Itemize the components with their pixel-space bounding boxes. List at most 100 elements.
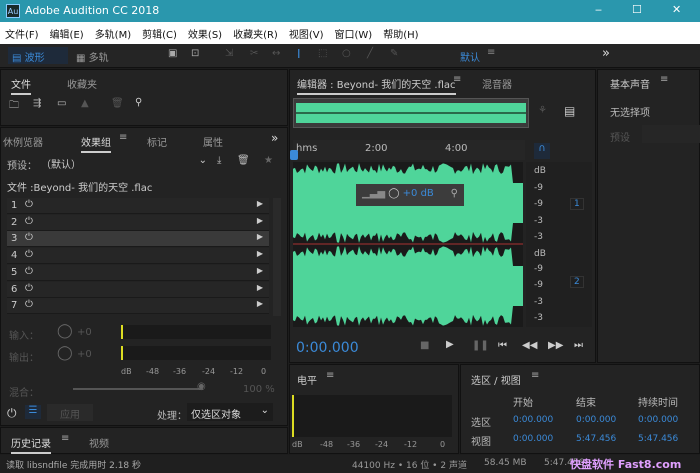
workspace-menu-icon[interactable]: ≡ [487, 47, 495, 58]
menu-view[interactable]: 视图(V) [289, 26, 324, 41]
go-to-end-button[interactable]: ⏭ [574, 340, 583, 351]
workspace-default[interactable]: 默认 [460, 49, 480, 64]
power-icon[interactable]: ⏻ [25, 232, 33, 243]
tab-mixer[interactable]: 混音器 [482, 76, 512, 91]
spectral-display-icon[interactable]: ▣ [168, 48, 177, 59]
pause-button[interactable]: ❚❚ [472, 340, 489, 351]
power-icon[interactable]: ⏻ [25, 283, 33, 294]
fast-forward-button[interactable]: ▶▶ [548, 340, 563, 351]
delete-preset-icon[interactable]: 🗑 [237, 155, 250, 166]
search-icon[interactable]: ⚲ [135, 97, 142, 108]
tab-favorites[interactable]: 收藏夹 [67, 76, 97, 91]
rack-slot[interactable]: 4 ⏻ ▶ [7, 248, 269, 265]
power-icon[interactable]: ⏻ [25, 199, 33, 210]
panel-menu-icon[interactable]: ≡ [660, 74, 668, 85]
playhead-marker[interactable] [290, 150, 298, 160]
minimize-button[interactable]: ‒ [595, 3, 602, 16]
selection-duration[interactable]: 0:00.000 [638, 415, 678, 425]
tab-history[interactable]: 历史记录 [11, 435, 51, 454]
save-preset-icon[interactable]: ⤓ [217, 155, 221, 166]
more-tabs-button[interactable]: » [271, 131, 278, 145]
more-workspaces-button[interactable]: » [602, 46, 610, 61]
headphones-icon[interactable]: ∩ [534, 143, 550, 159]
time-selection-tool-icon[interactable]: I [297, 47, 301, 61]
stop-button[interactable]: ■ [420, 340, 429, 351]
hud-volume[interactable]: ▁▃▅ ◯ +0 dB ⚲ [356, 184, 464, 206]
slip-tool-icon[interactable]: ↔ [272, 48, 280, 59]
tab-effects-rack[interactable]: 效果组 [81, 134, 111, 153]
tab-files[interactable]: 文件 [11, 76, 31, 95]
menu-multitrack[interactable]: 多轨(M) [95, 26, 131, 41]
apply-button[interactable]: 应用 [47, 404, 93, 421]
view-duration[interactable]: 5:47.456 [638, 434, 678, 444]
mix-slider-handle[interactable]: ◉ [197, 381, 206, 392]
insert-icon[interactable]: ▲ [81, 98, 89, 109]
close-button[interactable]: ✕ [672, 3, 681, 16]
menu-window[interactable]: 窗口(W) [335, 26, 373, 41]
rack-slot[interactable]: 5 ⏻ ▶ [7, 264, 269, 281]
rack-slot[interactable]: 3 ⏻ ▶ [7, 231, 269, 248]
rack-slot[interactable]: 2 ⏻ ▶ [7, 214, 269, 231]
panel-menu-icon[interactable]: ≡ [453, 74, 461, 85]
slot-menu-arrow-icon[interactable]: ▶ [257, 199, 263, 208]
process-dropdown[interactable]: 仅选区对象 ⌄ [187, 403, 273, 421]
power-icon[interactable]: ⏻ [25, 216, 33, 227]
slot-menu-arrow-icon[interactable]: ▶ [257, 216, 263, 225]
channel-2-button[interactable]: 2 [570, 276, 584, 288]
healing-tool-icon[interactable]: ✎ [390, 48, 398, 59]
selection-end[interactable]: 0:00.000 [576, 415, 616, 425]
go-to-start-button[interactable]: ⏮ [498, 340, 507, 351]
volume-knob-icon[interactable]: ◯ [388, 188, 399, 199]
selection-start[interactable]: 0:00.000 [513, 415, 553, 425]
menu-favorites[interactable]: 收藏夹(R) [233, 26, 278, 41]
move-tool-icon[interactable]: ⇲ [225, 48, 233, 59]
zoom-menu-icon[interactable]: ▤ [564, 104, 575, 118]
list-icon[interactable]: ☰ [25, 405, 41, 419]
rack-slot[interactable]: 7 ⏻ ▶ [7, 298, 269, 315]
slot-menu-arrow-icon[interactable]: ▶ [257, 299, 263, 308]
multitrack-view-button[interactable]: ▦ 多轨 [76, 49, 109, 64]
tab-video[interactable]: 视频 [89, 435, 109, 450]
panel-menu-icon[interactable]: ≡ [326, 370, 334, 381]
menu-effects[interactable]: 效果(S) [188, 26, 222, 41]
menu-edit[interactable]: 编辑(E) [50, 26, 84, 41]
maximize-button[interactable]: ☐ [632, 3, 642, 16]
menu-clip[interactable]: 剪辑(C) [142, 26, 177, 41]
panel-menu-icon[interactable]: ≡ [119, 132, 127, 143]
rack-slot[interactable]: 6 ⏻ ▶ [7, 281, 269, 298]
input-gain-knob[interactable]: ◯ [57, 323, 73, 339]
time-ruler[interactable]: hms 2:00 4:00 [293, 140, 525, 160]
power-icon[interactable]: ⏻ [25, 249, 33, 260]
panel-menu-icon[interactable]: ≡ [61, 433, 69, 444]
favorite-star-icon[interactable]: ★ [264, 155, 273, 166]
slot-menu-arrow-icon[interactable]: ▶ [257, 266, 263, 275]
brush-tool-icon[interactable]: ╱ [367, 48, 373, 59]
preset-dropdown[interactable]: （默认） ⌄ [39, 154, 209, 171]
power-icon[interactable]: ⏻ [7, 406, 17, 421]
output-gain-knob[interactable]: ◯ [57, 345, 73, 361]
lasso-tool-icon[interactable]: ○ [342, 48, 351, 59]
rewind-button[interactable]: ◀◀ [522, 340, 537, 351]
tab-properties[interactable]: 属性 [203, 134, 223, 149]
preset-dropdown[interactable] [642, 125, 700, 143]
waveform-view-button[interactable]: ▤ 波形 [8, 47, 68, 64]
delete-icon[interactable]: 🗑 [111, 98, 124, 109]
power-icon[interactable]: ⏻ [25, 299, 33, 310]
mix-slider[interactable] [73, 388, 203, 390]
menu-file[interactable]: 文件(F) [5, 26, 39, 41]
open-folder-icon[interactable]: 🗀 [9, 98, 19, 115]
import-icon[interactable]: ⇶ [33, 98, 41, 109]
pitch-display-icon[interactable]: ⊡ [191, 48, 199, 59]
panel-menu-icon[interactable]: ≡ [531, 370, 539, 381]
slot-menu-arrow-icon[interactable]: ▶ [257, 232, 263, 241]
rack-scrollbar[interactable] [273, 198, 281, 316]
view-start[interactable]: 0:00.000 [513, 434, 553, 444]
rack-slot[interactable]: 1 ⏻ ▶ [7, 198, 269, 214]
slot-menu-arrow-icon[interactable]: ▶ [257, 249, 263, 258]
power-icon[interactable]: ⏻ [25, 266, 33, 277]
menu-help[interactable]: 帮助(H) [383, 26, 418, 41]
view-end[interactable]: 5:47.456 [576, 434, 616, 444]
channel-1-button[interactable]: 1 [570, 198, 584, 210]
zoom-to-fit-icon[interactable]: ⚘ [538, 105, 547, 116]
pin-icon[interactable]: ⚲ [451, 188, 458, 199]
